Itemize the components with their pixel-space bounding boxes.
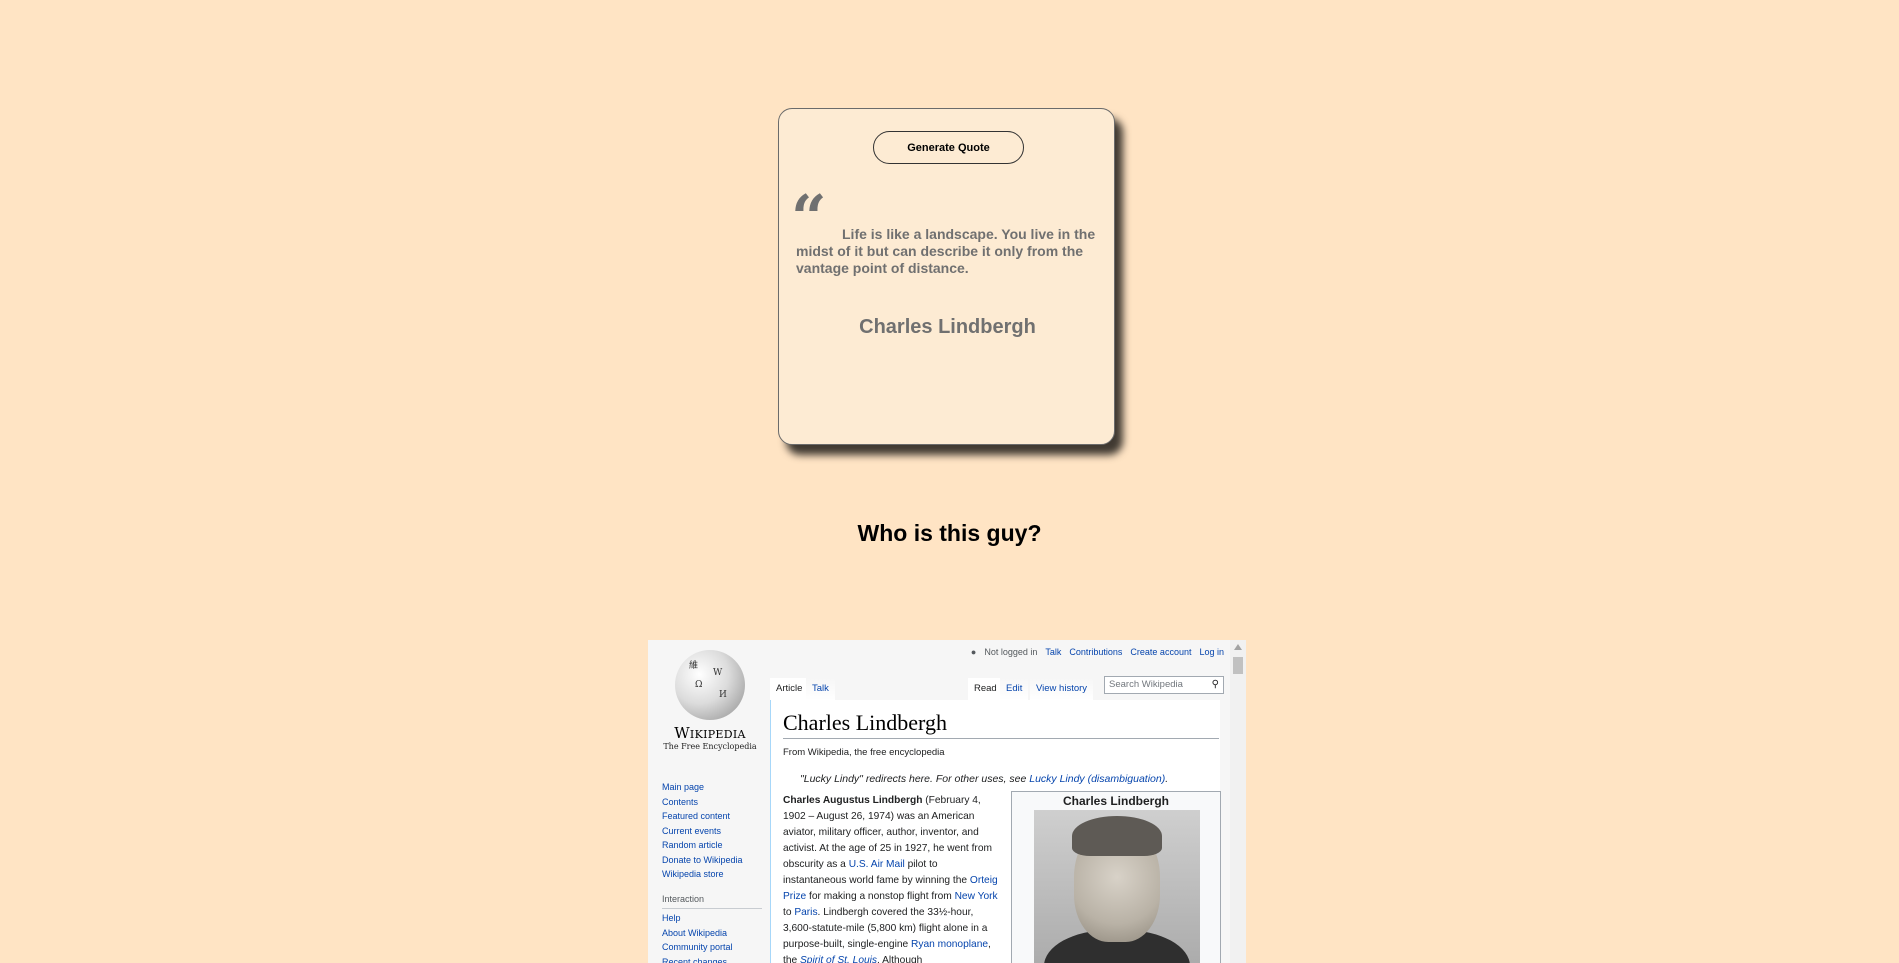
infobox-title: Charles Lindbergh <box>1062 794 1169 808</box>
wikipedia-logo[interactable]: 維 W Ω И Wikipedia The Free Encyclopedia <box>662 650 758 751</box>
hatnote-link[interactable]: Lucky Lindy (disambiguation) <box>1029 773 1165 785</box>
tab-article[interactable]: Article <box>770 678 809 700</box>
who-heading: Who is this guy? <box>857 520 1042 546</box>
wikipedia-wordmark: Wikipedia <box>674 724 746 742</box>
scrollbar-thumb[interactable] <box>1233 657 1243 674</box>
search-icon[interactable]: ⚲ <box>1212 679 1219 690</box>
wikipedia-embed: 維 W Ω И Wikipedia The Free Encyclopedia … <box>648 640 1246 963</box>
contributions-link[interactable]: Contributions <box>1069 647 1122 657</box>
article-title: Charles Lindbergh <box>783 710 1219 739</box>
search-placeholder: Search Wikipedia <box>1109 679 1183 690</box>
quote-author: Charles Lindbergh <box>859 316 1036 338</box>
sidebar-heading-interaction: Interaction <box>662 892 762 909</box>
sidebar-item-featured-content[interactable]: Featured content <box>662 809 762 824</box>
create-account-link[interactable]: Create account <box>1130 647 1191 657</box>
not-logged-in-label: Not logged in <box>984 647 1038 657</box>
sidebar-item-random-article[interactable]: Random article <box>662 838 762 853</box>
wikipedia-tagline: The Free Encyclopedia <box>663 742 757 751</box>
article-lead: Charles Augustus Lindbergh (February 4, … <box>783 793 1001 963</box>
quote-text: Life is like a landscape. You live in th… <box>796 226 1096 276</box>
sidebar-item-recent-changes[interactable]: Recent changes <box>662 955 762 963</box>
sidebar-item-help[interactable]: Help <box>662 911 762 926</box>
wikipedia-globe-icon: 維 W Ω И <box>675 650 745 720</box>
quote-card: Generate Quote “ Life is like a landscap… <box>778 108 1115 445</box>
wiki-sidebar: Main page Contents Featured content Curr… <box>662 780 762 963</box>
sidebar-item-community-portal[interactable]: Community portal <box>662 940 762 955</box>
link-new-york[interactable]: New York <box>955 891 998 902</box>
article-subtitle: From Wikipedia, the free encyclopedia <box>783 747 945 758</box>
user-talk-link[interactable]: Talk <box>1045 647 1061 657</box>
sidebar-item-current-events[interactable]: Current events <box>662 824 762 839</box>
hatnote: "Lucky Lindy" redirects here. For other … <box>800 773 1169 785</box>
tab-edit[interactable]: Edit <box>1000 678 1029 700</box>
sidebar-item-donate[interactable]: Donate to Wikipedia <box>662 853 762 868</box>
link-ryan-monoplane[interactable]: Ryan monoplane <box>911 939 988 950</box>
sidebar-item-main-page[interactable]: Main page <box>662 780 762 795</box>
wiki-content: Charles Lindbergh From Wikipedia, the fr… <box>770 700 1221 963</box>
wiki-personal-bar: ● Not logged in Talk Contributions Creat… <box>971 647 1224 657</box>
scrollbar[interactable] <box>1230 640 1246 963</box>
tab-talk[interactable]: Talk <box>806 678 835 700</box>
sidebar-item-about[interactable]: About Wikipedia <box>662 926 762 941</box>
generate-quote-button[interactable]: Generate Quote <box>873 131 1024 164</box>
sidebar-item-store[interactable]: Wikipedia store <box>662 867 762 882</box>
link-us-air-mail[interactable]: U.S. Air Mail <box>849 859 905 870</box>
sidebar-item-contents[interactable]: Contents <box>662 795 762 810</box>
link-paris[interactable]: Paris <box>794 907 817 918</box>
link-spirit-of-st-louis[interactable]: Spirit of St. Louis <box>800 955 877 963</box>
tab-read[interactable]: Read <box>968 678 1003 700</box>
log-in-link[interactable]: Log in <box>1199 647 1224 657</box>
wiki-search-input[interactable]: Search Wikipedia ⚲ <box>1104 676 1224 694</box>
portrait-photo[interactable] <box>1034 810 1200 963</box>
infobox: Charles Lindbergh <box>1011 791 1221 963</box>
tab-view-history[interactable]: View history <box>1030 678 1094 700</box>
user-icon: ● <box>970 647 977 657</box>
scroll-up-icon[interactable] <box>1234 644 1242 650</box>
